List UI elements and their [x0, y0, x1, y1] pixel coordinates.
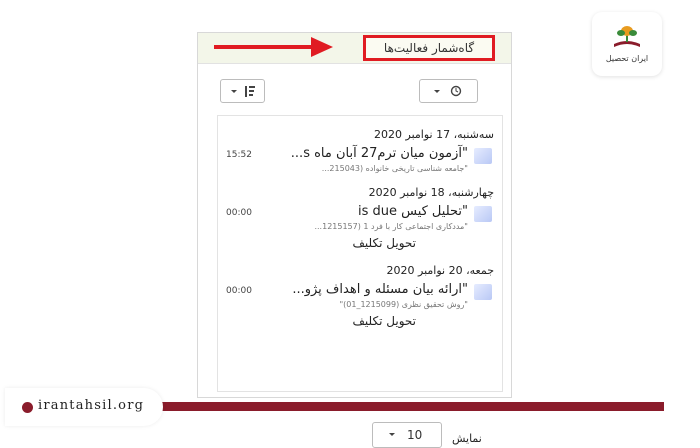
brand-name: ایران تحصیل: [605, 54, 649, 63]
clock-icon: [434, 85, 462, 97]
arrow-right-icon: [311, 37, 333, 57]
sort-dropdown[interactable]: [220, 79, 265, 103]
book-tree-icon: [614, 26, 640, 47]
event-course: "روش تحقیق نظری (1215099_01)": [339, 300, 468, 309]
date-heading: جمعه، 20 نوامبر 2020: [386, 264, 495, 277]
event-course: "جامعه شناسی تاریخی خانواده (215043...: [321, 164, 468, 173]
event-time: 00:00: [226, 286, 252, 296]
assignment-icon: [474, 206, 492, 222]
page-size-select[interactable]: 10: [372, 422, 442, 448]
page-size-value: 10: [407, 428, 423, 442]
screenshot-frame: ایران تحصیل گاه‌شمار فعالیت‌ها: [0, 0, 700, 448]
assignment-icon: [474, 284, 492, 300]
quiz-icon: [474, 148, 492, 164]
event-link[interactable]: "ارائه بیان مسئله و اهداف پژو...: [292, 282, 468, 297]
date-heading: سه‌شنبه، 17 نوامبر 2020: [374, 128, 494, 141]
submit-assignment-link[interactable]: تحویل تکلیف: [352, 236, 416, 250]
footer-bar: [160, 402, 664, 411]
event-link[interactable]: "آزمون میان ترم27 آبان ماه s...: [291, 146, 468, 161]
block-title: گاه‌شمار فعالیت‌ها: [363, 35, 495, 61]
brand-logo: ایران تحصیل: [592, 12, 662, 76]
timeline-list: سه‌شنبه، 17 نوامبر 2020 "آزمون میان ترم2…: [217, 115, 503, 448]
site-url[interactable]: irantahsil.org: [38, 398, 144, 413]
event-link[interactable]: "تحلیل کیس is due: [358, 204, 468, 219]
event-time: 00:00: [226, 208, 252, 218]
block-header: گاه‌شمار فعالیت‌ها: [198, 33, 511, 64]
event-time: 15:52: [226, 150, 252, 160]
submit-assignment-link[interactable]: تحویل تکلیف: [352, 314, 416, 328]
date-filter-dropdown[interactable]: [419, 79, 478, 103]
globe-icon: [22, 402, 33, 413]
caret-down-icon: [231, 86, 255, 97]
date-heading: چهارشنبه، 18 نوامبر 2020: [368, 186, 494, 199]
timeline-block: گاه‌شمار فعالیت‌ها سه‌شنبه، 17 نوامبر 20…: [197, 32, 512, 448]
event-course: "مددکاری اجتماعی کار با فرد 1 (1215157..…: [314, 222, 468, 231]
annotation-arrow-shaft: [214, 45, 314, 49]
show-label: نمایش: [452, 432, 482, 445]
